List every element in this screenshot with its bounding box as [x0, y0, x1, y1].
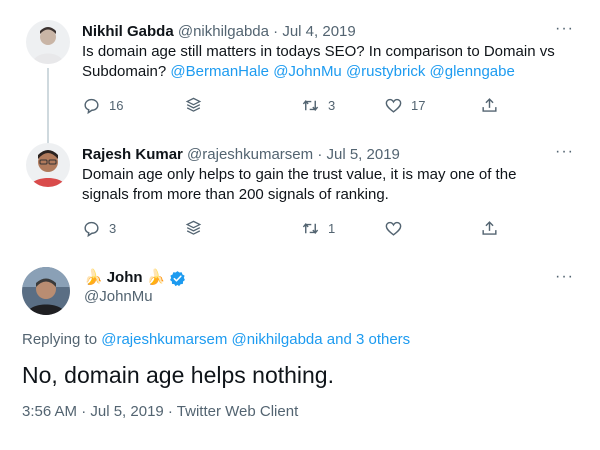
tweet-header: Rajesh Kumar @rajeshkumarsem · Jul 5, 20…	[82, 145, 400, 165]
author-name-text: John	[106, 269, 143, 286]
tweet-meta[interactable]: 3:56 AM · Jul 5, 2019 · Twitter Web Clie…	[22, 403, 298, 420]
author-handle[interactable]: @JohnMu	[84, 288, 153, 305]
tweet-date[interactable]: Jul 5, 2019	[326, 146, 399, 163]
replying-to: Replying to @rajeshkumarsem @nikhilgabda…	[22, 331, 410, 348]
tweet-rajesh[interactable]: Rajesh Kumar @rajeshkumarsem · Jul 5, 20…	[0, 143, 600, 243]
tweet-actions: 16 3 17	[82, 96, 512, 116]
share-icon	[482, 98, 497, 112]
mention-link[interactable]: @rustybrick	[346, 63, 425, 80]
like-icon	[385, 98, 402, 113]
tweet-text: Is domain age still matters in todays SE…	[82, 42, 572, 82]
tweet-actions: 3 1	[82, 219, 512, 239]
tweet-date[interactable]: Jul 4, 2019	[282, 23, 355, 40]
author-name[interactable]: Nikhil Gabda	[82, 23, 174, 40]
retweet-icon	[302, 223, 319, 234]
verified-icon	[170, 270, 186, 286]
banana-emoji: 🍌	[84, 269, 103, 286]
retweet-button[interactable]: 1	[301, 219, 335, 238]
share-button[interactable]	[480, 96, 499, 115]
retweet-icon	[302, 100, 319, 111]
stats-button[interactable]	[184, 96, 203, 115]
like-count: 17	[411, 98, 426, 113]
author-name[interactable]: Rajesh Kumar	[82, 146, 183, 163]
reply-button[interactable]: 16	[82, 96, 123, 115]
tweet-nikhil[interactable]: Nikhil Gabda @nikhilgabda · Jul 4, 2019 …	[0, 20, 600, 146]
retweet-count: 1	[328, 221, 336, 236]
banana-emoji: 🍌	[146, 269, 166, 286]
stats-icon	[185, 220, 202, 235]
reply-button[interactable]: 3	[82, 219, 116, 238]
mention-link[interactable]: @BermanHale	[170, 63, 269, 80]
avatar[interactable]	[26, 143, 70, 187]
share-button[interactable]	[480, 219, 499, 238]
more-options-button[interactable]: ···	[555, 268, 574, 286]
stats-button[interactable]	[184, 219, 203, 238]
tweet-text: No, domain age helps nothing.	[22, 362, 334, 388]
thread-line	[47, 68, 49, 146]
stats-icon	[185, 97, 202, 112]
more-options-button[interactable]: ···	[555, 20, 574, 38]
reply-mentions-link[interactable]: @rajeshkumarsem @nikhilgabda and 3 other…	[101, 331, 410, 348]
reply-count: 16	[109, 98, 124, 113]
tweet-text: Domain age only helps to gain the trust …	[82, 166, 517, 203]
author-name[interactable]: 🍌 John 🍌	[84, 268, 186, 288]
separator: ·	[273, 23, 279, 40]
reply-icon	[84, 221, 99, 238]
avatar[interactable]	[22, 267, 70, 315]
retweet-count: 3	[328, 98, 336, 113]
separator: ·	[317, 146, 323, 163]
tweet-header: Nikhil Gabda @nikhilgabda · Jul 4, 2019	[82, 22, 356, 42]
avatar[interactable]	[26, 20, 70, 64]
more-options-button[interactable]: ···	[555, 143, 574, 161]
mention-link[interactable]: @JohnMu	[273, 63, 342, 80]
like-button[interactable]: 17	[384, 96, 425, 115]
like-icon	[385, 221, 402, 236]
reply-icon	[84, 98, 99, 115]
author-handle[interactable]: @nikhilgabda	[178, 23, 269, 40]
share-icon	[482, 221, 497, 235]
reply-prefix: Replying to	[22, 331, 98, 348]
like-button[interactable]	[384, 219, 403, 238]
mention-link[interactable]: @glenngabe	[430, 63, 515, 80]
reply-count: 3	[109, 221, 117, 236]
retweet-button[interactable]: 3	[301, 96, 335, 115]
author-handle[interactable]: @rajeshkumarsem	[187, 146, 313, 163]
